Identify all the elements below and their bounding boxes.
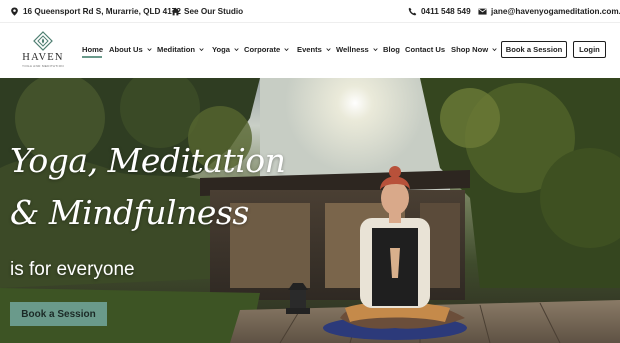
nav-events[interactable]: Events <box>297 42 331 56</box>
chevron-down-icon <box>373 47 378 52</box>
chevron-down-icon <box>326 47 331 52</box>
hero-section: Yoga, Meditation & Mindfulness is for ev… <box>0 78 620 343</box>
hero-headline-line1: Yoga, Meditation <box>10 141 286 180</box>
nav-home-label: Home <box>82 44 104 54</box>
nav-wellness[interactable]: Wellness <box>336 42 378 56</box>
studio-link[interactable]: See Our Studio <box>171 0 243 22</box>
address-text: 16 Queensport Rd S, Murarrie, QLD 4172 <box>23 6 181 16</box>
logo-name: HAVEN <box>22 52 64 63</box>
nav-wellness-label: Wellness <box>336 44 369 54</box>
phone-link[interactable]: 0411 548 549 <box>408 0 471 22</box>
nav-about-us-label: About Us <box>109 44 143 54</box>
phone-text: 0411 548 549 <box>421 6 471 16</box>
nav-contact-us[interactable]: Contact Us <box>405 42 445 56</box>
chevron-down-icon <box>284 47 289 52</box>
book-session-nav-button[interactable]: Book a Session <box>501 41 567 58</box>
login-button[interactable]: Login <box>573 41 606 58</box>
location-pin-icon <box>10 6 19 16</box>
chevron-down-icon <box>199 47 204 52</box>
nav-corporate[interactable]: Corporate <box>244 42 289 56</box>
studio-link-text: See Our Studio <box>184 6 244 16</box>
home-icon <box>171 7 180 16</box>
nav-meditation[interactable]: Meditation <box>157 42 204 56</box>
lotus-icon <box>33 31 53 51</box>
email-text: jane@havenyogameditation.com.au <box>491 6 620 16</box>
nav-yoga[interactable]: Yoga <box>212 42 239 56</box>
chevron-down-icon <box>147 47 152 52</box>
nav-yoga-label: Yoga <box>212 44 231 54</box>
haven-logo[interactable]: HAVEN YOGA AND MEDITATION <box>20 31 66 75</box>
nav-blog[interactable]: Blog <box>383 42 400 56</box>
main-nav: HAVEN YOGA AND MEDITATION Home About Us … <box>0 22 620 78</box>
nav-about-us[interactable]: About Us <box>109 42 152 56</box>
chevron-down-icon <box>492 47 497 52</box>
nav-contact-us-label: Contact Us <box>405 44 446 54</box>
logo-tagline: YOGA AND MEDITATION <box>22 64 64 68</box>
address-item[interactable]: 16 Queensport Rd S, Murarrie, QLD 4172 <box>10 0 181 22</box>
hero-headline-line2: & Mindfulness <box>10 193 249 232</box>
nav-home[interactable]: Home <box>82 42 103 56</box>
phone-icon <box>408 7 417 16</box>
nav-corporate-label: Corporate <box>244 44 281 54</box>
book-session-hero-button[interactable]: Book a Session <box>10 302 107 326</box>
hero-tagline: is for everyone <box>10 259 135 280</box>
nav-blog-label: Blog <box>383 44 400 54</box>
nav-shop-now[interactable]: Shop Now <box>451 42 497 56</box>
chevron-down-icon <box>234 47 239 52</box>
active-nav-indicator <box>82 56 102 58</box>
nav-events-label: Events <box>297 44 322 54</box>
envelope-icon <box>478 7 487 16</box>
top-info-bar: 16 Queensport Rd S, Murarrie, QLD 4172 S… <box>0 0 620 22</box>
email-link[interactable]: jane@havenyogameditation.com.au <box>478 0 620 22</box>
nav-shop-now-label: Shop Now <box>451 44 489 54</box>
nav-meditation-label: Meditation <box>157 44 195 54</box>
